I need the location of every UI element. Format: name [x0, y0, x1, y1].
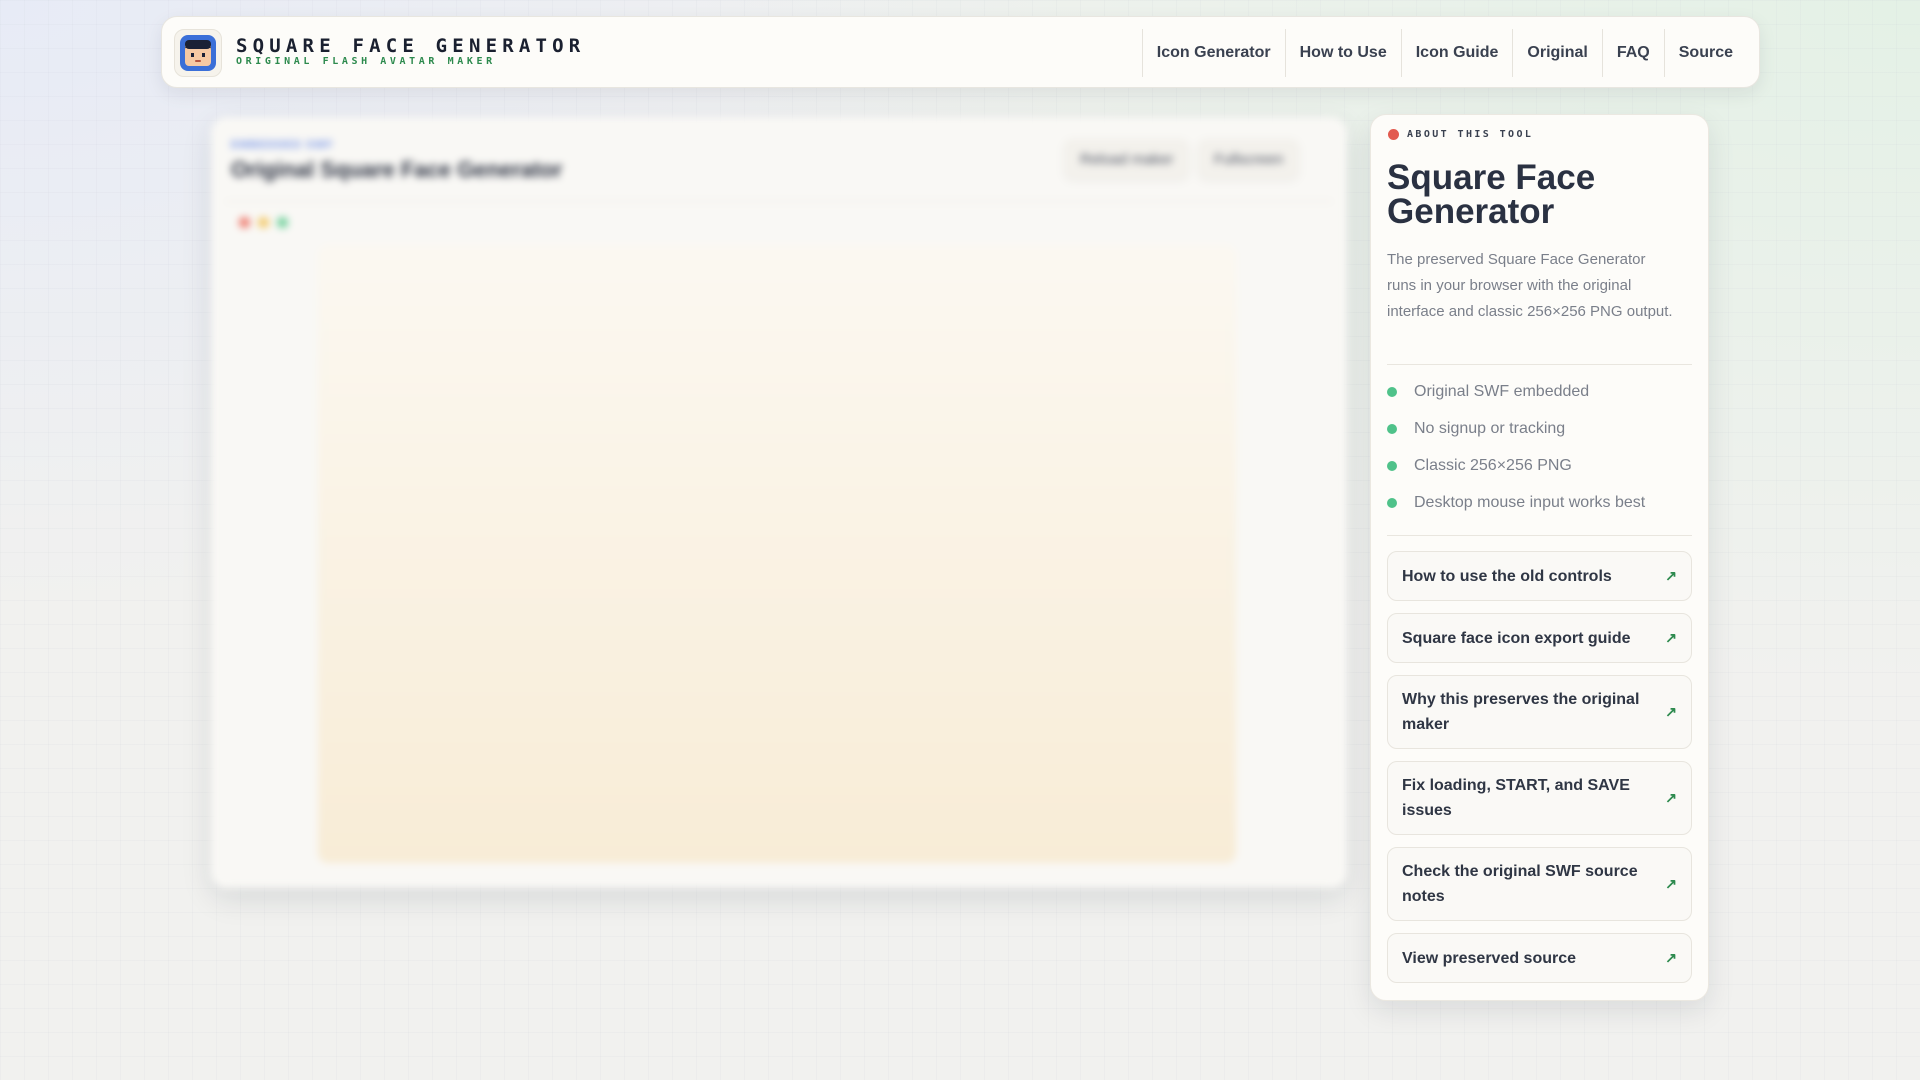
generator-card: EMBEDDED SWF Original Square Face Genera…: [211, 117, 1347, 888]
feature-item: Original SWF embedded: [1387, 373, 1645, 410]
feature-label: No signup or tracking: [1414, 419, 1566, 437]
site-logo-text[interactable]: SQUARE FACE GENERATOR ORIGINAL FLASH AVA…: [236, 36, 585, 68]
arrow-up-right-icon: ↗: [1665, 789, 1677, 806]
feature-item: No signup or tracking: [1387, 410, 1645, 447]
panel-title: Original Square Face Generator: [231, 157, 563, 182]
feature-list: Original SWF embedded No signup or track…: [1387, 373, 1645, 521]
site-subtitle: ORIGINAL FLASH AVATAR MAKER: [236, 56, 496, 67]
feature-label: Desktop mouse input works best: [1414, 493, 1646, 511]
arrow-up-right-icon: ↗: [1665, 703, 1677, 720]
nav-source[interactable]: Source: [1663, 29, 1747, 77]
panel-divider: [225, 201, 1333, 202]
feature-label: Original SWF embedded: [1414, 382, 1590, 400]
link-label: View preserved source: [1402, 949, 1577, 967]
nav-how-to-use[interactable]: How to Use: [1284, 29, 1401, 77]
yellow-dot-icon: [258, 217, 269, 228]
nav-original[interactable]: Original: [1512, 29, 1601, 77]
link-label: How to use the old controls: [1402, 567, 1612, 585]
check-dot-icon: [1387, 497, 1397, 508]
status-dot-icon: [1388, 129, 1399, 140]
link-preserves-original[interactable]: Why this preserves the original maker ↗: [1387, 675, 1692, 749]
about-sidebar: ABOUT THIS TOOL Square Face Generator Th…: [1370, 114, 1709, 1001]
link-label: Square face icon export guide: [1402, 629, 1631, 647]
window-dots: [239, 217, 288, 228]
arrow-up-right-icon: ↗: [1665, 875, 1677, 892]
link-export-guide[interactable]: Square face icon export guide ↗: [1387, 613, 1692, 663]
green-dot-icon: [277, 217, 288, 228]
link-label: Check the original SWF source notes: [1402, 863, 1638, 905]
link-old-controls[interactable]: How to use the old controls ↗: [1387, 551, 1692, 601]
swf-canvas[interactable]: [318, 245, 1236, 863]
guide-links: How to use the old controls ↗ Square face…: [1387, 551, 1692, 995]
reload-maker-button[interactable]: Reload maker: [1064, 139, 1190, 179]
check-dot-icon: [1387, 423, 1397, 434]
sidebar-divider: [1387, 364, 1692, 365]
generator-panel: EMBEDDED SWF Original Square Face Genera…: [211, 117, 1347, 888]
nav-icon-generator[interactable]: Icon Generator: [1141, 29, 1285, 77]
link-label: Why this preserves the original maker: [1402, 691, 1640, 733]
check-dot-icon: [1387, 386, 1397, 397]
link-fix-issues[interactable]: Fix loading, START, and SAVE issues ↗: [1387, 761, 1692, 835]
site-title: SQUARE FACE GENERATOR: [236, 35, 586, 57]
arrow-up-right-icon: ↗: [1665, 567, 1677, 584]
link-view-source[interactable]: View preserved source ↗: [1387, 933, 1692, 983]
feature-label: Classic 256×256 PNG: [1414, 456, 1572, 474]
arrow-up-right-icon: ↗: [1665, 949, 1677, 966]
sidebar-divider: [1387, 535, 1692, 536]
red-dot-icon: [239, 217, 250, 228]
top-navbar: SQUARE FACE GENERATOR ORIGINAL FLASH AVA…: [161, 16, 1760, 88]
feature-item: Desktop mouse input works best: [1387, 484, 1645, 521]
about-eyebrow: ABOUT THIS TOOL: [1388, 129, 1533, 140]
nav-icon-guide[interactable]: Icon Guide: [1400, 29, 1513, 77]
feature-item: Classic 256×256 PNG: [1387, 447, 1645, 484]
square-face-avatar-icon[interactable]: [174, 29, 222, 77]
link-source-notes[interactable]: Check the original SWF source notes ↗: [1387, 847, 1692, 921]
sidebar-title: Square Face Generator: [1387, 158, 1596, 231]
check-dot-icon: [1387, 460, 1397, 471]
nav-faq[interactable]: FAQ: [1601, 29, 1664, 77]
fullscreen-button[interactable]: Fullscreen: [1198, 139, 1300, 179]
panel-eyebrow: EMBEDDED SWF: [231, 139, 334, 151]
main-nav: Icon Generator How to Use Icon Guide Ori…: [1141, 29, 1747, 77]
link-label: Fix loading, START, and SAVE issues: [1402, 777, 1630, 819]
sidebar-description: The preserved Square Face Generator runs…: [1387, 251, 1673, 320]
arrow-up-right-icon: ↗: [1665, 629, 1677, 646]
about-eyebrow-label: ABOUT THIS TOOL: [1407, 129, 1534, 140]
